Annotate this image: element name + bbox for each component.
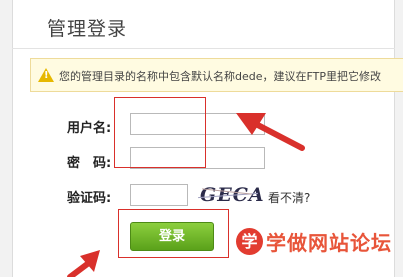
arrow-to-login-icon	[67, 250, 100, 277]
watermark-text: 学做网站论坛	[266, 230, 392, 255]
login-panel: 管理登录 您的管理目录的名称中包含默认名称dede，建议在FTP里把它修改 用户…	[0, 0, 403, 277]
watermark-logo-icon: 学	[236, 227, 263, 255]
arrow-to-username-icon	[236, 113, 305, 151]
site-watermark: 学 学做网站论坛	[236, 224, 392, 258]
